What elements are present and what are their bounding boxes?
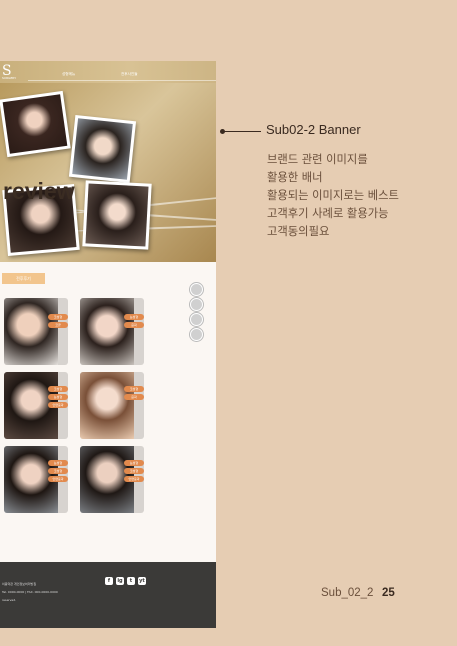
footer-copyright: reserved. bbox=[2, 598, 17, 602]
tag: 코성형 bbox=[48, 468, 68, 474]
review-card[interactable]: 눈성형 윤곽 bbox=[80, 298, 144, 365]
review-card[interactable]: 눈성형 코성형 안면윤곽 bbox=[80, 446, 144, 513]
phone-icon[interactable] bbox=[190, 313, 203, 326]
tag: 눈성형 bbox=[48, 394, 68, 400]
mock-navbar: S SURGERY 성형메뉴 전후사진들 bbox=[0, 61, 216, 83]
annotation-line-4: 고객후기 사례로 활용가능 bbox=[267, 207, 389, 220]
annotation-line-3: 활용되는 이미지로는 베스트 bbox=[267, 189, 399, 202]
tag: 안면윤곽 bbox=[48, 476, 68, 482]
page-number: 25 bbox=[382, 587, 395, 599]
page-label: Sub_02_2 bbox=[321, 587, 374, 599]
footer-contact: Tel. 0000-0000 | FAX. 000-0000-0000 bbox=[2, 590, 58, 594]
instagram-icon[interactable]: ig bbox=[116, 577, 124, 585]
annotation-line-5: 고객동의필요 bbox=[267, 225, 330, 238]
tab-reviews[interactable]: 전후후기 bbox=[2, 273, 45, 284]
tag: 안면윤곽 bbox=[124, 476, 144, 482]
facebook-icon[interactable]: f bbox=[105, 577, 113, 585]
review-list-section: 전후후기 코성형 코끝 눈성형 윤곽 코성형 눈성형 안면윤곽 코성형 윤곽 눈… bbox=[0, 262, 216, 601]
annotation-line-1: 브랜드 관련 이미지를 bbox=[267, 153, 368, 166]
annotation-title: Sub02-2 Banner bbox=[266, 122, 361, 137]
tag: 눈성형 bbox=[124, 314, 144, 320]
brand-logo-subtitle: SURGERY bbox=[2, 76, 17, 80]
nav-item-menu[interactable]: 성형메뉴 bbox=[62, 72, 75, 77]
tag: 안면윤곽 bbox=[48, 402, 68, 408]
tag: 윤곽 bbox=[124, 394, 144, 400]
mock-footer: 이용약관 개인정보처리방침 Tel. 0000-0000 | FAX. 000-… bbox=[0, 562, 216, 628]
nav-underline bbox=[28, 80, 216, 81]
annotation-line bbox=[224, 131, 261, 132]
banner-review-text: review bbox=[3, 178, 75, 204]
tag: 코성형 bbox=[124, 468, 144, 474]
review-card[interactable]: 눈성형 코성형 안면윤곽 bbox=[4, 446, 68, 513]
tag: 윤곽 bbox=[124, 322, 144, 328]
kakao-icon[interactable] bbox=[190, 298, 203, 311]
chat-icon[interactable] bbox=[190, 283, 203, 296]
annotation-description: 브랜드 관련 이미지를 활용한 배너 활용되는 이미지로는 베스트 고객후기 사… bbox=[267, 151, 399, 241]
tag: 코성형 bbox=[48, 386, 68, 392]
twitter-icon[interactable]: t bbox=[127, 577, 135, 585]
review-card[interactable]: 코성형 코끝 bbox=[4, 298, 68, 365]
banner-photo bbox=[82, 180, 152, 250]
tag: 코성형 bbox=[48, 314, 68, 320]
nav-item-photos[interactable]: 전후사진들 bbox=[121, 72, 138, 77]
website-mockup: S SURGERY 성형메뉴 전후사진들 review 전후후기 코성형 코끝 … bbox=[0, 61, 216, 628]
tag: 코성형 bbox=[124, 386, 144, 392]
annotation-line-2: 활용한 배너 bbox=[267, 171, 323, 184]
review-card[interactable]: 코성형 눈성형 안면윤곽 bbox=[4, 372, 68, 439]
youtube-icon[interactable]: yt bbox=[138, 577, 146, 585]
footer-links[interactable]: 이용약관 개인정보처리방침 bbox=[2, 582, 36, 586]
tag: 코끝 bbox=[48, 322, 68, 328]
review-card[interactable]: 코성형 윤곽 bbox=[80, 372, 144, 439]
banner-photo bbox=[68, 114, 137, 184]
banner-photo bbox=[0, 90, 71, 158]
tag: 눈성형 bbox=[48, 460, 68, 466]
tag: 눈성형 bbox=[124, 460, 144, 466]
review-banner: review bbox=[0, 83, 216, 262]
top-icon[interactable] bbox=[190, 328, 203, 341]
